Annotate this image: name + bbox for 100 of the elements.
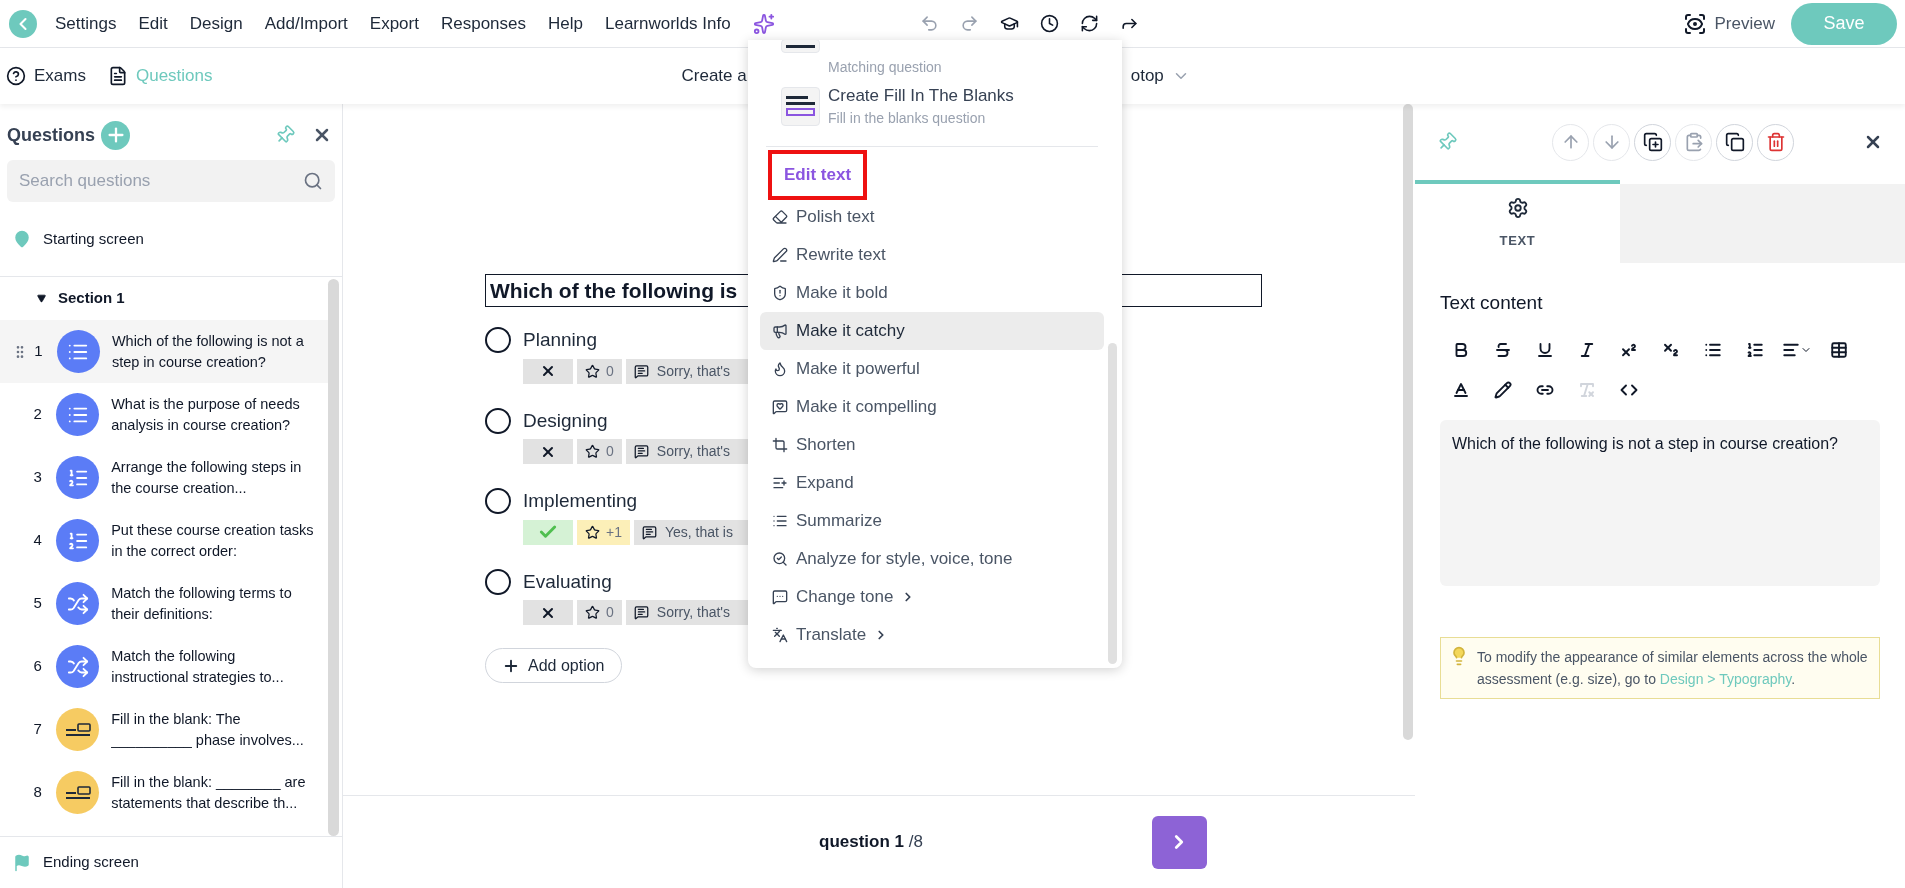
create-item-subtitle: Matching question: [828, 58, 942, 77]
fill-blank-icon: [64, 785, 91, 800]
menu-item[interactable]: Responses: [440, 10, 526, 37]
points-value: +1: [606, 522, 622, 542]
correct-toggle[interactable]: [523, 519, 573, 545]
option-label: Evaluating: [523, 569, 612, 594]
question-text: Which of the following is not a step in course creation?: [111, 331, 305, 372]
option-radio[interactable]: [485, 488, 511, 515]
menu-item[interactable]: Settings: [55, 10, 117, 37]
question-number: 5: [32, 593, 43, 614]
flag-icon: [13, 853, 31, 872]
section-header[interactable]: Section 1: [0, 277, 125, 320]
points-chip[interactable]: 0: [577, 358, 622, 384]
message-icon: [633, 444, 649, 459]
copy-plus-icon: [1642, 132, 1663, 152]
heart-message-icon: [772, 398, 788, 415]
action-label: Make it compelling: [796, 395, 937, 418]
menu-item[interactable]: Edit: [138, 10, 168, 37]
action-label: Expand: [796, 471, 854, 494]
points-chip[interactable]: 0: [577, 600, 622, 625]
search-field[interactable]: Search questions: [7, 160, 335, 202]
nav-tab[interactable]: Exams: [6, 63, 86, 89]
option-label: Designing: [523, 408, 608, 433]
option-label: Implementing: [523, 489, 638, 513]
trash-icon: [1765, 132, 1786, 152]
action-label: Summarize: [796, 509, 882, 532]
megaphone-icon: [772, 322, 788, 339]
option-label: Planning: [523, 328, 597, 352]
search-icon[interactable]: [303, 171, 323, 191]
action-label: Translate: [796, 623, 867, 646]
ending-screen-item[interactable]: Ending screen: [0, 836, 342, 888]
scrollbar[interactable]: [328, 279, 339, 836]
italic-icon: [1578, 340, 1596, 359]
incorrect-toggle[interactable]: [523, 439, 573, 464]
question-number: 8: [32, 782, 43, 803]
option-radio[interactable]: [485, 327, 511, 354]
menu-item[interactable]: Add/Import: [264, 10, 348, 37]
shuffle-icon: [66, 592, 89, 615]
clear-format-icon: [1578, 380, 1596, 399]
preview-button[interactable]: Preview: [1682, 10, 1775, 37]
eraser-icon: [772, 208, 788, 225]
close-icon: [540, 363, 556, 379]
question-text: What is the purpose of needs analysis in course creation?: [111, 394, 301, 435]
starting-screen-item[interactable]: Starting screen: [0, 202, 342, 277]
ai-action-item[interactable]: Make it catchy: [760, 311, 1104, 350]
action-label: Make it bold: [796, 281, 888, 304]
question-text: Fill in the blank: ________ are statements that describe th...: [111, 772, 307, 813]
question-number: 2: [32, 404, 43, 425]
question-item[interactable]: 1 Which of the following is not a step in course creation?: [0, 320, 328, 383]
text-editor[interactable]: Which of the following is not a step in course creation?: [1440, 419, 1880, 586]
question-number: 4: [32, 530, 43, 551]
points-value: 0: [606, 361, 614, 381]
sparkles-icon[interactable]: [752, 12, 775, 35]
pen-line-icon: [772, 246, 788, 263]
action-label: Make it powerful: [796, 357, 920, 380]
crop-icon: [772, 436, 788, 453]
table-icon: [1830, 340, 1848, 359]
action-label: Analyze for style, voice, tone: [796, 547, 1013, 570]
menu-item[interactable]: Design: [189, 10, 243, 37]
star-icon: [585, 524, 600, 540]
scrollbar[interactable]: [1403, 104, 1413, 740]
menu-item[interactable]: Learnworlds Info: [605, 10, 731, 37]
refresh-icon[interactable]: [1079, 14, 1099, 33]
option-radio[interactable]: [485, 568, 511, 595]
question-counter: question 1 /8: [819, 831, 923, 854]
incorrect-toggle[interactable]: [523, 600, 573, 625]
map-pin-icon: [13, 230, 31, 248]
points-chip[interactable]: 0: [577, 439, 622, 464]
option-radio[interactable]: [485, 407, 511, 434]
eye-icon: [1682, 11, 1707, 36]
shield-icon: [772, 284, 788, 301]
fill-blank-icon: [781, 86, 820, 126]
message-icon: [633, 605, 649, 620]
message-icon: [633, 363, 649, 379]
points-chip[interactable]: +1: [577, 519, 630, 545]
action-label: Rewrite text: [796, 243, 886, 266]
scrollbar[interactable]: [1108, 343, 1117, 664]
incorrect-toggle[interactable]: [523, 358, 573, 384]
create-question-item[interactable]: Create Fill In The Blanks Fill in the blanks question: [760, 80, 1104, 132]
next-button[interactable]: [1151, 815, 1207, 869]
feedback-text: Sorry, that's: [656, 361, 730, 381]
caret-icon: [37, 294, 46, 303]
star-icon: [585, 605, 600, 620]
magnifier-icon: [772, 550, 788, 567]
graduation-cap-icon[interactable]: [999, 14, 1019, 33]
action-label: Make it catchy: [796, 319, 905, 342]
numbered-list-icon: [1746, 340, 1764, 359]
copy-icon: [1724, 132, 1745, 152]
points-value: 0: [606, 442, 614, 461]
exam-title: Create a: [681, 65, 747, 88]
question-text: Match the following instructional strategies to...: [111, 646, 285, 687]
menu-item[interactable]: Help: [548, 10, 583, 37]
underline-icon: [1536, 340, 1554, 359]
clock-icon[interactable]: [1039, 14, 1059, 33]
menu-item[interactable]: Export: [369, 10, 419, 37]
help-icon: [6, 66, 26, 86]
tip-text: To modify the appearance of similar elements across the whole assessment (e.g. size), go to Design > Typography.: [1477, 647, 1869, 689]
create-item-title: Create Fill In The Blanks: [828, 84, 1014, 107]
question-text: Arrange the following steps in the course creation...: [111, 457, 303, 498]
create-item-subtitle: Fill in the blanks question: [828, 109, 987, 129]
